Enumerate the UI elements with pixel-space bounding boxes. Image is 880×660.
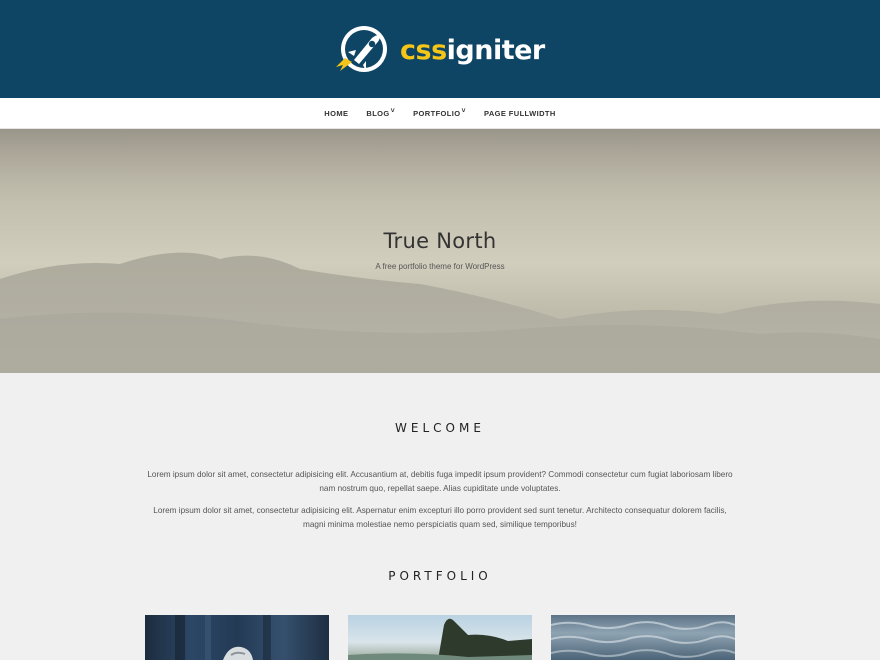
chevron-down-icon: ˅ (390, 108, 396, 115)
nav-item-label: PORTFOLIO (413, 109, 461, 118)
portfolio-thumbnail-2[interactable] (348, 615, 532, 660)
hero-subtitle: A free portfolio theme for WordPress (375, 262, 505, 271)
portfolio-thumbnail-3[interactable] (551, 615, 735, 660)
hero-title: True North (383, 229, 497, 253)
logo-text-css: css (400, 34, 447, 66)
main-navigation-bar: HOME BLOG ˅ PORTFOLIO ˅ PAGE FULLWIDTH (0, 98, 880, 129)
portfolio-heading: PORTFOLIO (388, 569, 492, 583)
logo-text-igniter: igniter (446, 34, 546, 66)
site-logo[interactable]: cssigniter (330, 22, 554, 78)
rocket-logo-icon (330, 22, 392, 78)
nav-item-blog[interactable]: BLOG ˅ (357, 108, 404, 118)
nav-item-portfolio[interactable]: PORTFOLIO ˅ (404, 108, 475, 118)
portfolio-thumbnail-1[interactable] (145, 615, 329, 660)
nav-item-label: BLOG (366, 109, 390, 118)
nav-item-page-fullwidth[interactable]: PAGE FULLWIDTH (475, 109, 565, 118)
nav-item-home[interactable]: HOME (315, 109, 357, 118)
welcome-paragraph-1: Lorem ipsum dolor sit amet, consectetur … (147, 470, 733, 493)
chevron-down-icon: ˅ (461, 108, 466, 115)
site-header: cssigniter (0, 0, 880, 98)
main-menu: HOME BLOG ˅ PORTFOLIO ˅ PAGE FULLWIDTH (0, 98, 880, 129)
welcome-paragraph-2: Lorem ipsum dolor sit amet, consectetur … (153, 506, 727, 529)
nav-item-label: HOME (324, 109, 349, 118)
logo-wordmark: cssigniter (400, 37, 545, 64)
welcome-heading: WELCOME (395, 421, 485, 435)
nav-item-label: PAGE FULLWIDTH (484, 109, 556, 118)
